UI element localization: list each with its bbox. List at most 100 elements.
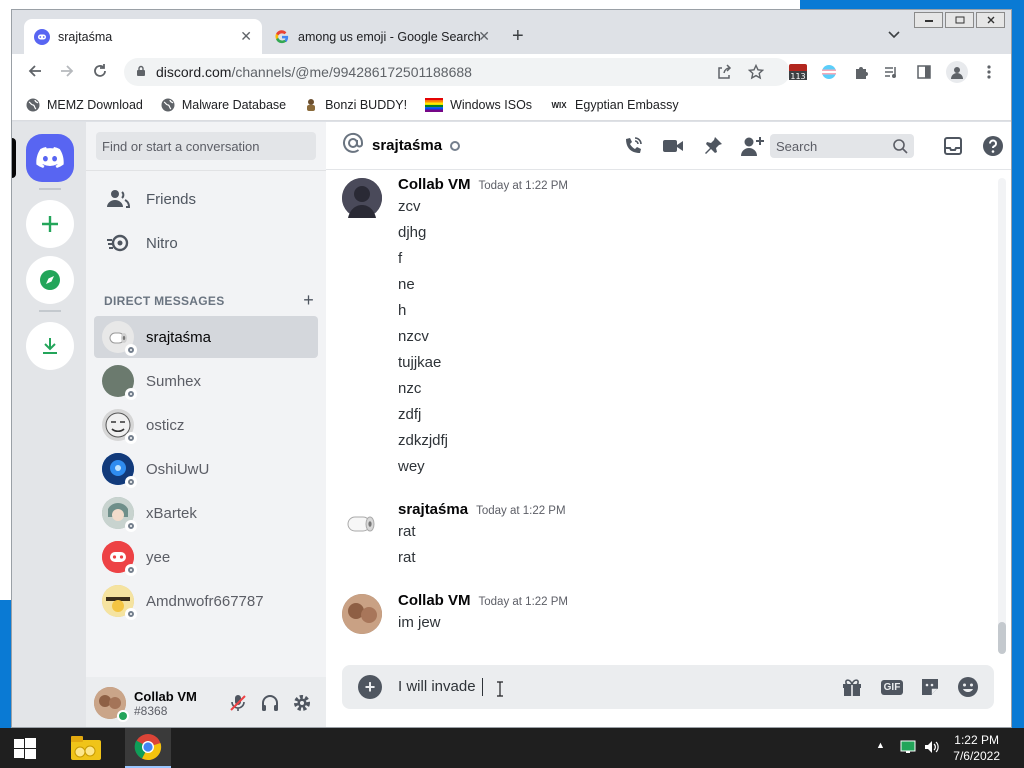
trans-flag-extension-icon[interactable]	[820, 63, 838, 81]
chrome-taskbar-icon[interactable]	[125, 728, 171, 768]
file-explorer-icon[interactable]	[63, 728, 109, 768]
tab-discord[interactable]: srajtaśma ✕	[24, 19, 262, 54]
message-author[interactable]: Collab VM	[398, 176, 471, 193]
message-author[interactable]: Collab VM	[398, 592, 471, 609]
sticker-icon[interactable]	[918, 675, 942, 699]
dm-header-label: DIRECT MESSAGES	[104, 294, 225, 308]
scrollbar-thumb[interactable]	[998, 622, 1006, 654]
start-voice-call-icon[interactable]	[621, 134, 645, 158]
mute-microphone-icon[interactable]	[222, 691, 254, 715]
emoji-icon[interactable]	[956, 675, 980, 699]
avatar	[102, 409, 137, 444]
minimize-button[interactable]	[914, 12, 943, 28]
message-header: srajtaśma Today at 1:22 PM	[398, 501, 566, 518]
address-bar[interactable]: discord.com/channels/@me/994286172501188…	[124, 58, 790, 86]
tab-search-chevron-icon[interactable]	[888, 28, 900, 42]
pinned-messages-icon[interactable]	[701, 134, 725, 158]
settings-gear-icon[interactable]	[286, 691, 318, 715]
message-input[interactable]: I will invade	[398, 678, 483, 697]
add-server-button[interactable]	[26, 200, 74, 248]
gif-icon[interactable]: GIF	[878, 675, 906, 699]
upload-plus-button[interactable]: +	[358, 675, 382, 699]
selected-pill	[12, 138, 16, 178]
forward-icon[interactable]	[58, 62, 76, 85]
bookmark-malware-database[interactable]: Malware Database	[161, 98, 286, 112]
back-icon[interactable]	[26, 62, 44, 85]
offline-status-icon	[125, 432, 137, 444]
bookmark-egyptian-embassy[interactable]: WIX Egyptian Embassy	[550, 98, 678, 112]
discord-favicon-icon	[34, 28, 50, 45]
bookmark-bonzi-buddy[interactable]: Bonzi BUDDY!	[304, 98, 407, 112]
tab-close-icon[interactable]: ✕	[240, 28, 252, 45]
discord-home-button[interactable]	[26, 134, 74, 182]
headphones-icon[interactable]	[254, 691, 286, 715]
user-name: Collab VM	[134, 688, 197, 704]
network-tray-icon[interactable]	[900, 740, 916, 757]
author-avatar[interactable]	[342, 594, 382, 634]
nav-friends[interactable]: Friends	[94, 178, 318, 220]
bookmark-windows-isos[interactable]: Windows ISOs	[425, 98, 532, 112]
start-video-call-icon[interactable]	[661, 134, 685, 158]
bookmarks-bar: MEMZ Download Malware Database Bonzi BUD…	[12, 90, 1011, 121]
media-controls-icon[interactable]	[882, 63, 900, 81]
download-apps-button[interactable]	[26, 322, 74, 370]
find-conversation-button[interactable]: Find or start a conversation	[96, 132, 316, 160]
message-composer[interactable]: + I will invade GIF	[342, 665, 994, 709]
user-info[interactable]: Collab VM #8368	[134, 689, 197, 718]
maximize-button[interactable]	[945, 12, 974, 28]
create-dm-button[interactable]: +	[303, 290, 314, 311]
message-author[interactable]: srajtaśma	[398, 501, 468, 518]
bookmark-memz-download[interactable]: MEMZ Download	[26, 98, 143, 112]
lock-icon[interactable]	[136, 65, 146, 80]
dm-item-yee[interactable]: yee	[94, 536, 318, 578]
message-text: wey	[398, 458, 425, 475]
scrollbar-track[interactable]	[998, 178, 1006, 648]
explore-servers-button[interactable]	[26, 256, 74, 304]
chat-search-input[interactable]: Search	[770, 134, 914, 158]
message-header: Collab VM Today at 1:22 PM	[398, 176, 568, 193]
dm-item-sumhex[interactable]: Sumhex	[94, 360, 318, 402]
tab-label: srajtaśma	[58, 29, 113, 44]
add-friends-to-dm-icon[interactable]	[740, 134, 764, 158]
nav-nitro[interactable]: Nitro	[94, 222, 318, 264]
bookmark-label: Bonzi BUDDY!	[325, 98, 408, 112]
user-tag: #8368	[134, 703, 168, 718]
author-avatar[interactable]	[342, 178, 382, 218]
globe-icon	[161, 98, 175, 112]
nav-label: Nitro	[146, 234, 178, 252]
avatar	[102, 365, 137, 400]
new-tab-button[interactable]: +	[512, 25, 524, 48]
bookmark-star-icon[interactable]	[747, 63, 765, 84]
user-avatar[interactable]	[94, 687, 129, 722]
extension-badge-icon[interactable]: 113	[787, 63, 809, 81]
profile-avatar-icon[interactable]	[946, 61, 968, 83]
dm-item-srajtasma[interactable]: srajtaśma	[94, 316, 318, 358]
gift-icon[interactable]	[840, 675, 864, 699]
volume-tray-icon[interactable]	[924, 740, 940, 757]
dm-item-osticz[interactable]: osticz	[94, 404, 318, 446]
show-hidden-icons-chevron-icon[interactable]: ▲	[876, 740, 885, 750]
google-favicon-icon	[274, 29, 290, 45]
share-icon[interactable]	[716, 64, 732, 84]
author-avatar[interactable]	[342, 503, 382, 543]
extensions-puzzle-icon[interactable]	[852, 63, 870, 81]
dm-item-xbartek[interactable]: xBartek	[94, 492, 318, 534]
browser-menu-icon[interactable]	[980, 63, 998, 81]
taskbar-clock[interactable]: 1:22 PM 7/6/2022	[953, 732, 1000, 764]
close-window-button[interactable]	[976, 12, 1005, 28]
dm-item-oshiuwu[interactable]: OshiUwU	[94, 448, 318, 490]
inbox-icon[interactable]	[941, 134, 965, 158]
windows-start-icon[interactable]	[14, 738, 36, 765]
bookmark-label: Windows ISOs	[450, 98, 533, 112]
tab-close-icon[interactable]: ✕	[478, 28, 490, 45]
dm-name: yee	[146, 548, 171, 566]
dm-item-amdnwofr667787[interactable]: Amdnwofr667787	[94, 580, 318, 622]
plus-icon	[42, 216, 58, 232]
message-text: tujjkae	[398, 354, 442, 371]
help-icon[interactable]	[981, 134, 1005, 158]
tab-google-search[interactable]: among us emoji - Google Search ✕	[264, 19, 500, 54]
side-panel-icon[interactable]	[915, 63, 933, 81]
url-path: /channels/@me/994286172501188688	[231, 64, 472, 80]
reload-icon[interactable]	[91, 62, 109, 85]
avatar	[102, 453, 137, 488]
